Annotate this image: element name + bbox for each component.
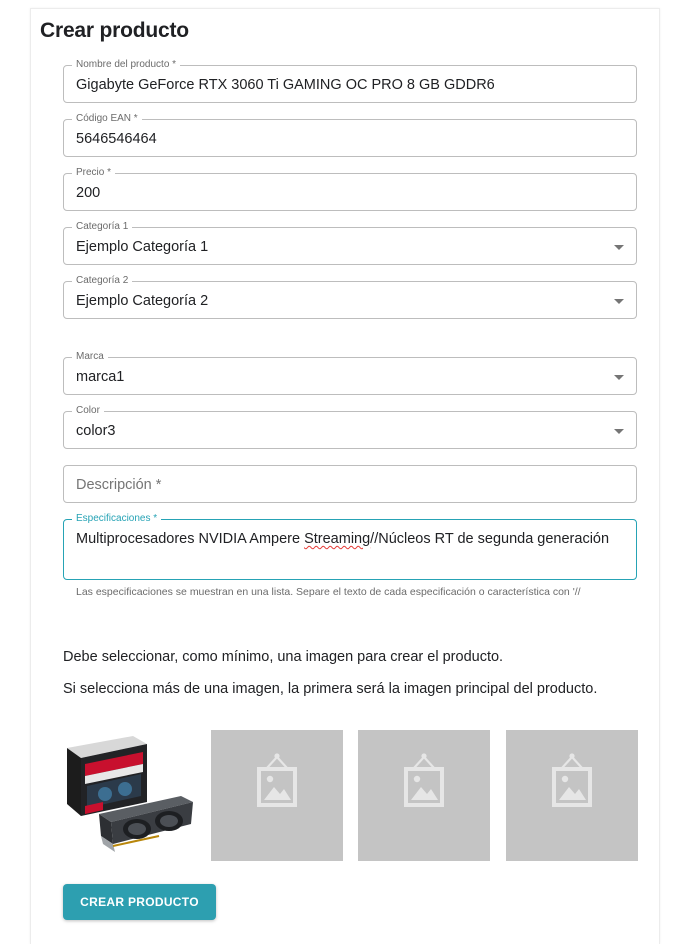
image-requirement-note: Debe seleccionar, como mínimo, una image… (63, 649, 504, 665)
description-field[interactable]: Descripción * (63, 465, 637, 503)
category-1-label: Categoría 1 (72, 221, 133, 233)
image-placeholder-icon (404, 753, 444, 807)
image-placeholder-icon (257, 753, 297, 807)
description-placeholder: Descripción * (76, 477, 162, 493)
category-1-select[interactable]: Categoría 1 Ejemplo Categoría 1 (63, 221, 637, 265)
category-2-select[interactable]: Categoría 2 Ejemplo Categoría 2 (63, 275, 637, 319)
ean-code-label: Código EAN * (72, 113, 142, 125)
product-name-field[interactable]: Nombre del producto * Gigabyte GeForce R… (63, 59, 637, 103)
image-placeholder-icon (552, 753, 592, 807)
specifications-value: Multiprocesadores NVIDIA Ampere Streamin… (76, 531, 610, 547)
page-title: Crear producto (40, 19, 189, 42)
category-1-value: Ejemplo Categoría 1 (76, 239, 209, 255)
chevron-down-icon[interactable] (614, 299, 624, 304)
chevron-down-icon[interactable] (614, 375, 624, 380)
price-value: 200 (76, 185, 101, 201)
ean-code-field[interactable]: Código EAN * 5646546464 (63, 113, 637, 157)
ean-code-value: 5646546464 (76, 131, 157, 147)
product-image-thumbnail[interactable] (63, 730, 195, 861)
product-name-value: Gigabyte GeForce RTX 3060 Ti GAMING OC P… (76, 77, 495, 93)
color-value: color3 (76, 423, 116, 439)
chevron-down-icon[interactable] (614, 245, 624, 250)
color-label: Color (72, 405, 104, 417)
image-placeholder-slot-2[interactable] (211, 730, 343, 861)
specifications-field[interactable]: Especificaciones * Multiprocesadores NVI… (63, 513, 637, 580)
misspelled-word: Streaming (304, 531, 371, 547)
chevron-down-icon[interactable] (614, 429, 624, 434)
brand-value: marca1 (76, 369, 125, 385)
category-2-label: Categoría 2 (72, 275, 133, 287)
brand-select[interactable]: Marca marca1 (63, 351, 637, 395)
main-image-note: Si selecciona más de una imagen, la prim… (63, 681, 598, 697)
specifications-helper-text: Las especificaciones se muestran en una … (76, 586, 581, 598)
specifications-label: Especificaciones * (72, 513, 162, 525)
graphics-card-photo (67, 736, 193, 852)
image-placeholder-slot-3[interactable] (358, 730, 490, 861)
color-select[interactable]: Color color3 (63, 405, 637, 449)
product-name-label: Nombre del producto * (72, 59, 181, 71)
price-label: Precio * (72, 167, 116, 179)
brand-label: Marca (72, 351, 108, 363)
image-placeholder-slot-4[interactable] (506, 730, 638, 861)
category-2-value: Ejemplo Categoría 2 (76, 293, 209, 309)
create-product-button[interactable]: CREAR PRODUCTO (63, 884, 216, 920)
price-field[interactable]: Precio * 200 (63, 167, 637, 211)
